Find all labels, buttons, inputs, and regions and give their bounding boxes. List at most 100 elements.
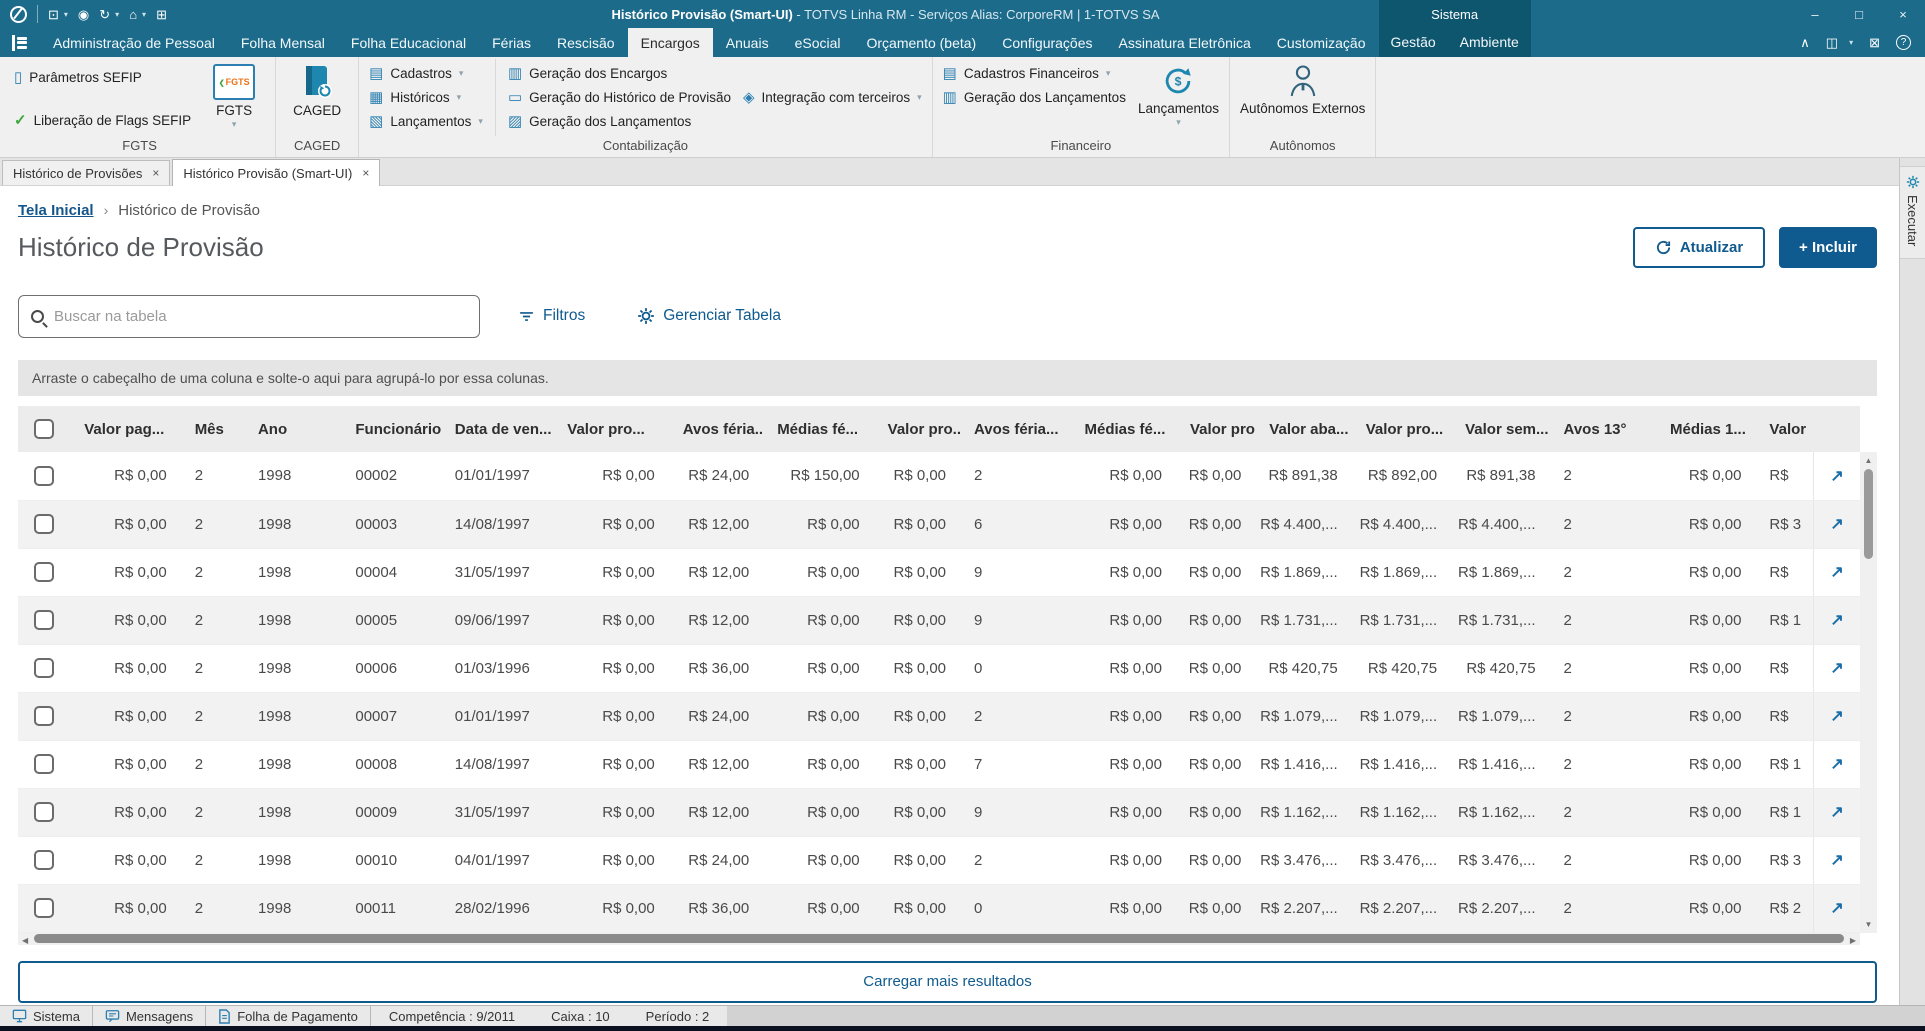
- liberacao-flags-sefip-button[interactable]: Liberação de Flags SEFIP: [14, 111, 192, 129]
- status-segment-message[interactable]: Mensagens: [93, 1006, 207, 1026]
- integracao-terceiros-dropdown[interactable]: Integração com terceiros ▾: [743, 90, 922, 105]
- parametros-sefip-button[interactable]: Parâmetros SEFIP: [14, 70, 191, 85]
- row-checkbox[interactable]: [34, 562, 54, 582]
- scroll-left-icon[interactable]: [22, 930, 28, 948]
- row-checkbox[interactable]: [34, 754, 54, 774]
- column-header[interactable]: Funcionário: [341, 406, 441, 452]
- column-header[interactable]: Valor: [1755, 406, 1814, 452]
- geracao-lancamentos-financeiro-button[interactable]: Geração dos Lançamentos: [943, 90, 1126, 105]
- chevron-down-icon[interactable]: ▾: [1849, 38, 1853, 47]
- menu-tab[interactable]: Configurações: [989, 28, 1105, 57]
- home-icon[interactable]: [129, 8, 137, 21]
- status-segment-monitor[interactable]: Sistema: [0, 1006, 93, 1026]
- row-checkbox[interactable]: [34, 898, 54, 918]
- row-checkbox[interactable]: [34, 465, 54, 486]
- breadcrumb-home-link[interactable]: Tela Inicial: [18, 202, 94, 219]
- document-tab[interactable]: Histórico de Provisões: [2, 160, 171, 185]
- filters-button[interactable]: Filtros: [518, 307, 585, 325]
- scroll-right-icon[interactable]: [1850, 930, 1856, 948]
- row-checkbox[interactable]: [34, 658, 54, 678]
- menu-tab[interactable]: Assinatura Eletrônica: [1106, 28, 1264, 57]
- executar-tab[interactable]: Executar: [1900, 166, 1925, 260]
- view-icon[interactable]: [78, 8, 89, 21]
- geracao-lancamentos-button[interactable]: Geração dos Lançamentos: [508, 114, 731, 129]
- manage-table-button[interactable]: Gerenciar Tabela: [637, 307, 781, 325]
- open-record-icon[interactable]: [1830, 804, 1843, 821]
- column-header[interactable]: Mês: [180, 406, 244, 452]
- load-more-button[interactable]: Carregar mais resultados: [18, 960, 1877, 1003]
- open-record-icon[interactable]: [1830, 612, 1843, 629]
- chevron-down-icon[interactable]: ▾: [142, 10, 146, 19]
- close-tab-icon[interactable]: [152, 166, 159, 180]
- cadastros-financeiros-dropdown[interactable]: Cadastros Financeiros ▾: [943, 66, 1126, 81]
- open-record-icon[interactable]: [1830, 564, 1843, 581]
- row-checkbox[interactable]: [34, 610, 54, 630]
- window-layout-icon[interactable]: [1826, 36, 1838, 49]
- open-record-icon[interactable]: [1830, 660, 1843, 677]
- column-header[interactable]: Valor pro...: [873, 406, 961, 452]
- column-header[interactable]: Valor pag...: [70, 406, 181, 452]
- refresh-window-icon[interactable]: [99, 8, 110, 21]
- menu-tab[interactable]: Rescisão: [544, 28, 628, 57]
- open-record-icon[interactable]: [1830, 756, 1843, 773]
- menu-tab[interactable]: Férias: [479, 28, 544, 57]
- sitemap-icon[interactable]: [48, 8, 59, 21]
- menu-tab[interactable]: Folha Educacional: [338, 28, 479, 57]
- menu-tab[interactable]: Anuais: [713, 28, 782, 57]
- open-record-icon[interactable]: [1830, 708, 1843, 725]
- menu-tab[interactable]: Encargos: [627, 28, 713, 57]
- open-record-icon[interactable]: [1830, 900, 1843, 917]
- column-header[interactable]: Avos féria...: [960, 406, 1071, 452]
- horizontal-scrollbar[interactable]: [18, 930, 1860, 948]
- historicos-dropdown[interactable]: Históricos ▾: [369, 90, 483, 105]
- column-header[interactable]: Valor pro...: [1351, 406, 1452, 452]
- autonomos-externos-button[interactable]: Autônomos Externos: [1240, 59, 1365, 136]
- open-record-icon[interactable]: [1830, 516, 1843, 533]
- document-tab[interactable]: Histórico Provisão (Smart-UI): [172, 159, 381, 186]
- vertical-scrollbar-thumb[interactable]: [1864, 469, 1873, 559]
- rm-menu-icon[interactable]: [12, 34, 28, 51]
- open-record-icon[interactable]: [1830, 852, 1843, 869]
- column-header[interactable]: Avos 13°: [1549, 406, 1656, 452]
- column-header[interactable]: Médias fé...: [1070, 406, 1176, 452]
- column-header[interactable]: Avos féria...: [668, 406, 764, 452]
- menu-tab[interactable]: Folha Mensal: [228, 28, 338, 57]
- maximize-button[interactable]: □: [1837, 0, 1881, 28]
- group-by-bar[interactable]: Arraste o cabeçalho de uma coluna e solt…: [18, 360, 1877, 396]
- column-header[interactable]: Valor aba...: [1255, 406, 1352, 452]
- close-tab-box-icon[interactable]: [1869, 36, 1880, 49]
- scroll-down-icon[interactable]: [1865, 916, 1873, 933]
- geracao-historico-provisao-button[interactable]: Geração do Histórico de Provisão: [508, 90, 731, 105]
- vertical-scrollbar[interactable]: [1860, 452, 1877, 933]
- menu-tab[interactable]: eSocial: [782, 28, 854, 57]
- open-record-icon[interactable]: [1830, 468, 1843, 485]
- help-icon[interactable]: ?: [1896, 35, 1911, 50]
- row-checkbox[interactable]: [34, 706, 54, 726]
- menu-tab[interactable]: Customização: [1264, 28, 1379, 57]
- minimize-button[interactable]: –: [1793, 0, 1837, 28]
- select-all-checkbox[interactable]: [34, 419, 54, 439]
- refresh-button[interactable]: Atualizar: [1633, 226, 1765, 268]
- status-segment-payroll[interactable]: Folha de Pagamento: [206, 1006, 371, 1026]
- menu-tab[interactable]: Orçamento (beta): [854, 28, 990, 57]
- row-checkbox[interactable]: [34, 802, 54, 822]
- close-button[interactable]: ×: [1881, 0, 1925, 28]
- menu-tab[interactable]: Administração de Pessoal: [40, 28, 228, 57]
- lancamentos-dropdown[interactable]: Lançamentos ▾: [369, 114, 483, 129]
- chevron-down-icon[interactable]: ▾: [115, 10, 119, 19]
- column-header[interactable]: Valor pro...: [1175, 406, 1256, 452]
- grid-icon[interactable]: [156, 8, 167, 21]
- collapse-ribbon-icon[interactable]: [1800, 36, 1810, 49]
- close-tab-icon[interactable]: [362, 166, 369, 180]
- column-header[interactable]: Ano: [243, 406, 342, 452]
- cadastros-dropdown[interactable]: Cadastros ▾: [369, 66, 483, 81]
- geracao-encargos-button[interactable]: Geração dos Encargos: [508, 66, 731, 81]
- column-header[interactable]: Data de ven...: [440, 406, 554, 452]
- add-button[interactable]: + Incluir: [1779, 226, 1877, 268]
- horizontal-scrollbar-thumb[interactable]: [34, 934, 1844, 943]
- caged-big-button[interactable]: CAGED: [286, 59, 348, 136]
- column-header[interactable]: Médias fé...: [763, 406, 874, 452]
- system-menu-tab[interactable]: Gestão: [1379, 34, 1448, 57]
- search-input[interactable]: [54, 307, 467, 325]
- column-header[interactable]: Valor pro...: [553, 406, 669, 452]
